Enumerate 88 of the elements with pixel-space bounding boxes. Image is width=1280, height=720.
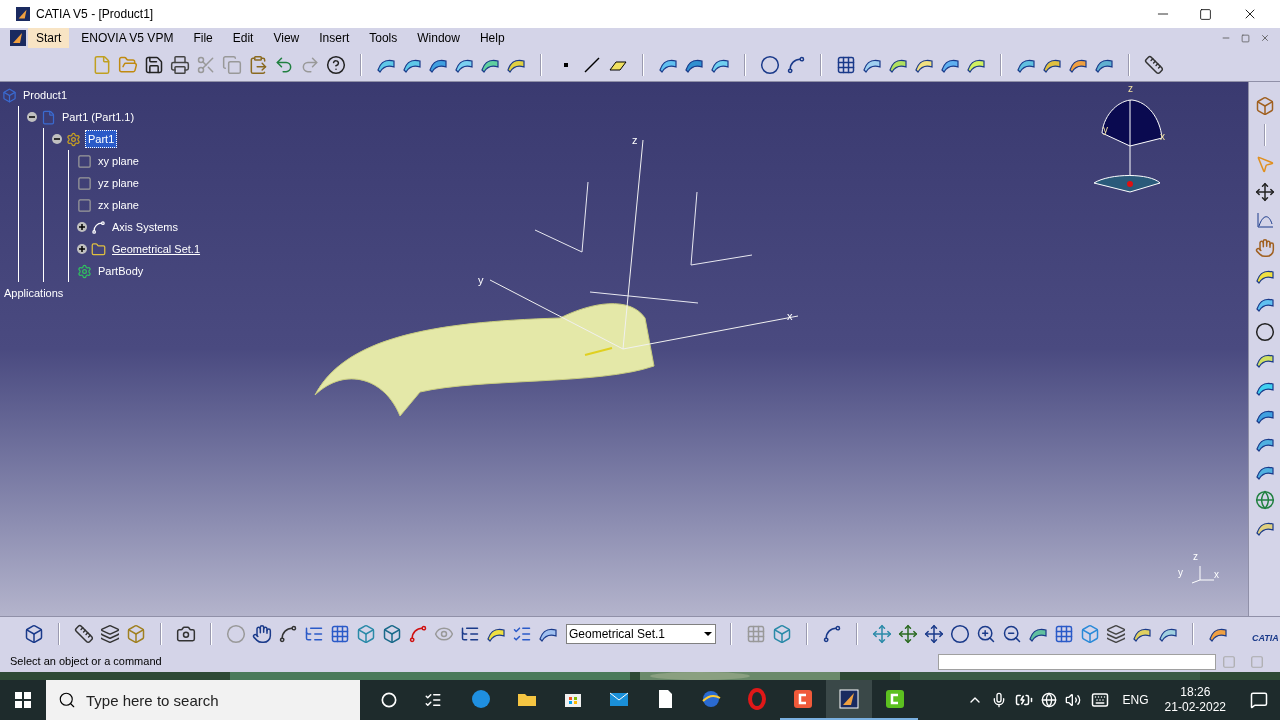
taskbar-app[interactable] — [826, 680, 872, 720]
windows-icon — [15, 692, 31, 708]
menu-item[interactable]: Edit — [224, 28, 262, 48]
axis-label: z — [632, 133, 638, 148]
compass-label: x — [1160, 132, 1165, 142]
app-icon — [837, 687, 861, 711]
axis-label: y — [478, 273, 484, 288]
maximize-icon[interactable] — [1199, 7, 1212, 21]
caret-icon — [704, 632, 712, 636]
menu-item[interactable]: Window — [409, 28, 468, 48]
language-indicator[interactable]: ENG — [1122, 691, 1149, 709]
window-title: CATIA V5 - [Product1] — [36, 6, 154, 23]
tree-item[interactable]: zx plane — [96, 196, 141, 214]
collapse-toggle[interactable] — [27, 112, 37, 122]
cube-icon[interactable] — [1080, 624, 1100, 644]
task-view-icon[interactable] — [424, 691, 442, 709]
app-icon — [791, 687, 815, 711]
hand-icon[interactable] — [252, 624, 272, 644]
box-icon[interactable] — [382, 624, 402, 644]
box-icon[interactable] — [356, 624, 376, 644]
app-icon — [469, 687, 493, 711]
tree-item[interactable]: Part1 (Part1.1) — [60, 108, 137, 126]
tree-icon[interactable] — [460, 624, 480, 644]
clock-date[interactable]: 21-02-2022 — [1164, 700, 1226, 715]
status-message: Select an object or a command — [10, 654, 163, 670]
app-logo-icon — [16, 7, 30, 21]
list-icon[interactable] — [512, 624, 532, 644]
search-icon — [58, 691, 76, 709]
grid-icon[interactable] — [836, 54, 856, 75]
work-object-dropdown[interactable]: Geometrical Set.1 — [566, 624, 716, 644]
menu-item[interactable]: Start — [28, 28, 70, 48]
menu-item[interactable]: View — [265, 28, 308, 48]
ruler-icon[interactable] — [74, 624, 94, 644]
compass-label: y — [1103, 125, 1108, 135]
tree-item[interactable]: Part1 — [85, 129, 118, 149]
clock-time[interactable]: 18:26 — [1180, 685, 1211, 700]
camera-icon[interactable] — [176, 624, 196, 644]
compass-label: z — [1128, 84, 1133, 94]
axis-label: x — [787, 309, 793, 324]
network-icon[interactable] — [1040, 692, 1057, 708]
menu-item[interactable]: File — [185, 28, 221, 48]
move-icon[interactable] — [1254, 182, 1275, 202]
curve-icon[interactable] — [786, 54, 806, 75]
tree-item[interactable]: Product1 — [21, 86, 70, 104]
menu-item[interactable]: Tools — [361, 28, 406, 48]
app-icon — [745, 687, 769, 711]
gear-icon — [66, 131, 81, 147]
graph-icon[interactable] — [1254, 210, 1275, 230]
help-icon[interactable] — [326, 54, 346, 75]
hand-icon[interactable] — [1254, 238, 1275, 258]
triad-label: y — [1178, 568, 1183, 578]
folder-icon — [91, 241, 106, 257]
expand-toggle[interactable] — [77, 244, 87, 254]
tree-item[interactable]: Applications — [2, 284, 66, 302]
triad-label: x — [1214, 570, 1219, 580]
pan-icon[interactable] — [924, 624, 944, 644]
tree-icon[interactable] — [304, 624, 324, 644]
circle-icon[interactable] — [760, 54, 780, 75]
gear-icon — [77, 263, 92, 279]
tree-item[interactable]: Axis Systems — [110, 218, 180, 236]
line-icon[interactable] — [582, 54, 602, 75]
zoom-out-icon[interactable] — [1002, 624, 1022, 644]
grid-icon[interactable] — [330, 624, 350, 644]
app-icon — [883, 687, 907, 711]
tree-item[interactable]: yz plane — [96, 174, 141, 192]
triad-label: z — [1193, 552, 1198, 562]
menu-item[interactable]: ENOVIA V5 VPM — [73, 28, 182, 48]
tree-item[interactable]: PartBody — [96, 262, 146, 280]
search-field[interactable]: Type here to search — [46, 680, 360, 720]
collapse-toggle[interactable] — [52, 134, 62, 144]
paste-icon[interactable] — [248, 54, 268, 75]
catia-logo: CATIA — [1252, 632, 1279, 646]
expand-toggle[interactable] — [77, 222, 87, 232]
tree-item[interactable]: xy plane — [96, 152, 141, 170]
save-icon[interactable] — [144, 54, 164, 75]
volume-icon[interactable] — [1064, 692, 1081, 708]
box-icon[interactable] — [772, 624, 792, 644]
notifications-icon[interactable] — [1250, 691, 1268, 709]
tree-item[interactable]: Geometrical Set.1 — [110, 240, 203, 258]
command-input-field[interactable] — [938, 653, 1216, 670]
cortana-icon[interactable] — [381, 692, 397, 708]
app-logo-icon — [10, 30, 26, 46]
zoom-in-icon[interactable] — [976, 624, 996, 644]
print-icon[interactable] — [170, 54, 190, 75]
menu-item[interactable]: Help — [471, 28, 513, 48]
menu-item[interactable]: Insert — [311, 28, 358, 48]
globe-icon[interactable] — [1254, 490, 1275, 510]
ring-icon[interactable] — [1254, 322, 1275, 342]
